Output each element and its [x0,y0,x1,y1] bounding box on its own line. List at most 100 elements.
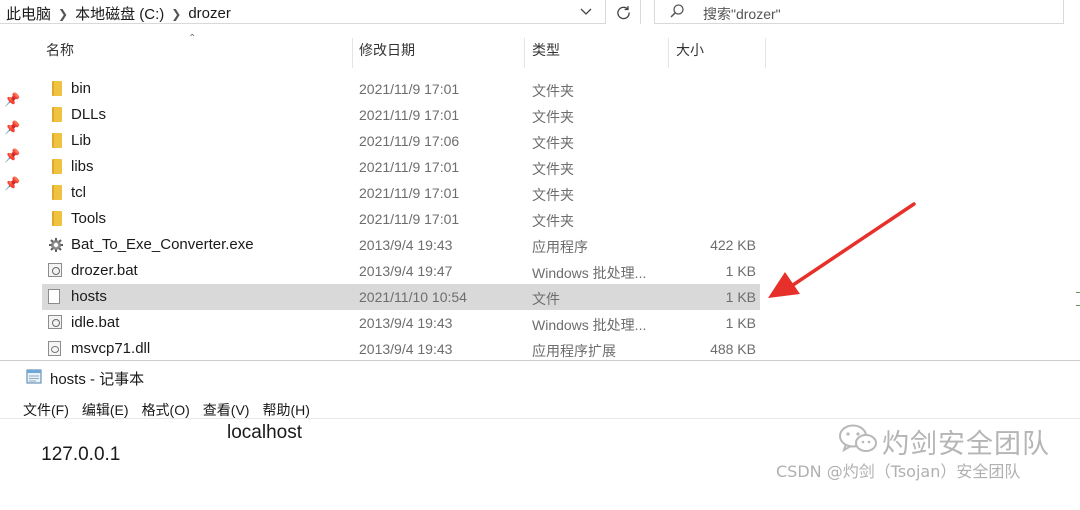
file-name: DLLs [71,106,107,123]
file-type: 文件 [532,291,560,307]
search-input[interactable]: 搜索"drozer" [654,0,1064,24]
search-placeholder: 搜索"drozer" [703,6,781,22]
file-row[interactable]: drozer.bat 2013/9/4 19:47 Windows 批处理... 1 … [42,258,760,284]
file-name: tcl [71,184,86,201]
address-history-dropdown[interactable] [575,2,597,22]
address-bar[interactable]: 此电脑 ❯ 本地磁盘 (C:) ❯ drozer [0,0,606,24]
file-date: 2021/11/10 10:54 [359,289,467,305]
folder-icon [52,211,62,226]
folder-icon [52,133,62,148]
file-name: Tools [71,210,107,227]
bat-file-icon [48,263,62,277]
sort-ascending-icon: ⌃ [188,33,197,44]
file-date: 2021/11/9 17:01 [359,159,460,175]
breadcrumb: 此电脑 ❯ 本地磁盘 (C:) ❯ drozer [6,3,231,24]
window-edge-marker [1076,292,1080,306]
file-row[interactable]: hosts 2021/11/10 10:54 文件 1 KB [42,284,760,310]
file-type: 文件夹 [532,135,574,151]
file-name: libs [71,158,94,175]
file-date: 2013/9/4 19:43 [359,237,453,253]
watermark-title: 灼剑安全团队 [882,429,1050,460]
file-name: Lib [71,132,92,149]
file-explorer-window: 此电脑 ❯ 本地磁盘 (C:) ❯ drozer 搜索"drozer" 📌 📌 … [0,0,1080,360]
file-date: 2021/11/9 17:01 [359,185,460,201]
pin-icon[interactable]: 📌 [4,120,20,135]
file-date: 2013/9/4 19:43 [359,341,453,357]
hosts-entry-ip: 127.0.0.1 [41,444,121,465]
file-size: 1 KB [725,289,756,305]
chevron-right-icon[interactable]: ❯ [58,7,68,21]
menu-view[interactable]: 查看(V) [203,400,250,420]
notepad-title: hosts - 记事本 [50,371,145,388]
file-row[interactable]: Tools 2021/11/9 17:01 文件夹 [42,206,760,232]
file-type: 文件夹 [532,161,574,177]
breadcrumb-drozer[interactable]: drozer [188,5,231,22]
file-size: 1 KB [725,315,756,331]
file-row[interactable]: Lib 2021/11/9 17:06 文件夹 [42,128,760,154]
refresh-button[interactable] [607,0,641,24]
search-icon [670,4,684,18]
notepad-text-area[interactable]: 127.0.0.1 localhost [20,422,302,510]
notepad-menubar: 文件(F) 编辑(E) 格式(O) 查看(V) 帮助(H) [23,400,310,420]
file-row[interactable]: idle.bat 2013/9/4 19:43 Windows 批处理... 1 KB [42,310,760,336]
file-name: Bat_To_Exe_Converter.exe [71,236,254,253]
file-name: idle.bat [71,314,120,331]
column-divider[interactable] [524,38,525,68]
column-header-name[interactable]: 名称 [46,40,74,66]
breadcrumb-this-pc[interactable]: 此电脑 [6,3,51,24]
file-type: 文件夹 [532,187,574,203]
chevron-down-icon [580,8,592,15]
file-type: 文件夹 [532,83,574,99]
file-date: 2021/11/9 17:01 [359,211,460,227]
file-size: 1 KB [725,263,756,279]
file-size: 422 KB [710,237,756,253]
file-date: 2013/9/4 19:43 [359,315,453,331]
dll-file-icon [48,341,61,356]
file-row[interactable]: libs 2021/11/9 17:01 文件夹 [42,154,760,180]
menu-file[interactable]: 文件(F) [23,400,69,420]
refresh-icon [617,5,630,19]
file-type: 应用程序 [532,239,588,255]
breadcrumb-local-disk[interactable]: 本地磁盘 (C:) [75,3,164,24]
file-name: msvcp71.dll [71,340,151,357]
folder-icon [52,185,62,200]
file-type: 文件夹 [532,109,574,125]
pin-icon[interactable]: 📌 [4,176,20,191]
column-divider[interactable] [352,38,353,68]
pin-icon[interactable]: 📌 [4,148,20,163]
file-row[interactable]: Bat_To_Exe_Converter.exe 2013/9/4 19:43 应用… [42,232,760,258]
file-row[interactable]: bin 2021/11/9 17:01 文件夹 [42,76,760,102]
file-type: Windows 批处理... [532,317,647,333]
file-name: hosts [71,288,107,305]
chevron-right-icon[interactable]: ❯ [171,7,181,21]
wechat-logo-icon [839,424,877,453]
file-name: bin [71,80,92,97]
hosts-entry-hostname: localhost [227,422,302,443]
menu-edit[interactable]: 编辑(E) [82,400,129,420]
file-icon [48,289,60,304]
column-header-date[interactable]: 修改日期 [359,40,415,66]
file-date: 2021/11/9 17:01 [359,81,460,97]
file-date: 2021/11/9 17:06 [359,133,460,149]
file-type: 文件夹 [532,213,574,229]
file-row[interactable]: DLLs 2021/11/9 17:01 文件夹 [42,102,760,128]
bat-file-icon [48,315,62,329]
quick-access-pins: 📌 📌 📌 📌 [4,92,20,204]
notepad-icon [26,369,42,384]
column-header-size[interactable]: 大小 [676,40,704,66]
file-row[interactable]: tcl 2021/11/9 17:01 文件夹 [42,180,760,206]
folder-icon [52,81,62,96]
pin-icon[interactable]: 📌 [4,92,20,107]
file-type: 应用程序扩展 [532,343,616,359]
menu-help[interactable]: 帮助(H) [262,400,309,420]
file-row[interactable]: msvcp71.dll 2013/9/4 19:43 应用程序扩展 488 KB [42,336,760,362]
column-divider[interactable] [765,38,766,68]
file-date: 2021/11/9 17:01 [359,107,460,123]
file-date: 2013/9/4 19:47 [359,263,453,279]
menu-format[interactable]: 格式(O) [142,400,190,420]
column-divider[interactable] [668,38,669,68]
exe-icon [48,237,64,253]
column-header-type[interactable]: 类型 [532,40,560,66]
file-name: drozer.bat [71,262,138,279]
file-size: 488 KB [710,341,756,357]
